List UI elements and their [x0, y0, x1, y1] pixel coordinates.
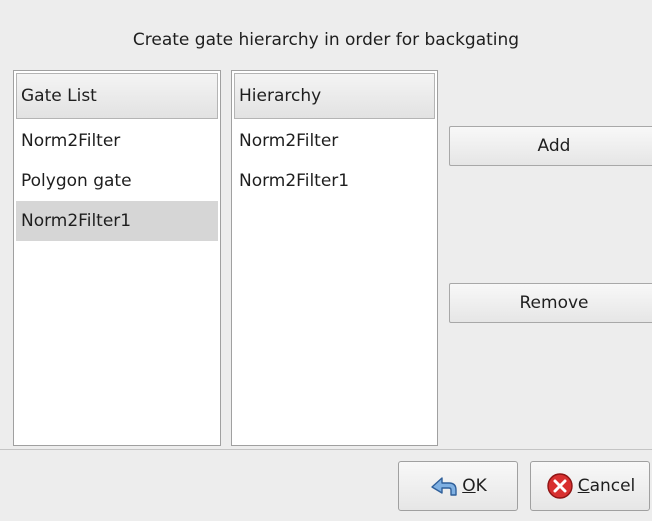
gate-list-panel: Gate List Norm2Filter Polygon gate Norm2… [13, 70, 221, 446]
cancel-button[interactable]: Cancel [530, 461, 650, 511]
cancel-label: Cancel [577, 476, 636, 496]
add-button[interactable]: Add [449, 126, 652, 166]
gate-list-items: Norm2Filter Polygon gate Norm2Filter1 [16, 121, 218, 241]
hierarchy-header[interactable]: Hierarchy [234, 73, 435, 119]
hierarchy-item[interactable]: Norm2Filter [234, 121, 435, 161]
hierarchy-items: Norm2Filter Norm2Filter1 [234, 121, 435, 201]
footer-separator [0, 449, 652, 450]
hierarchy-item[interactable]: Norm2Filter1 [234, 161, 435, 201]
ok-label: OK [462, 476, 487, 496]
dialog-heading: Create gate hierarchy in order for backg… [132, 30, 520, 50]
back-arrow-icon [429, 471, 459, 501]
gate-list-item[interactable]: Polygon gate [16, 161, 218, 201]
ok-button[interactable]: OK [398, 461, 518, 511]
cancel-x-icon [545, 471, 575, 501]
hierarchy-panel: Hierarchy Norm2Filter Norm2Filter1 [231, 70, 438, 446]
remove-button[interactable]: Remove [449, 283, 652, 323]
gate-list-item[interactable]: Norm2Filter [16, 121, 218, 161]
gate-list-header[interactable]: Gate List [16, 73, 218, 119]
gate-list-item[interactable]: Norm2Filter1 [16, 201, 218, 241]
